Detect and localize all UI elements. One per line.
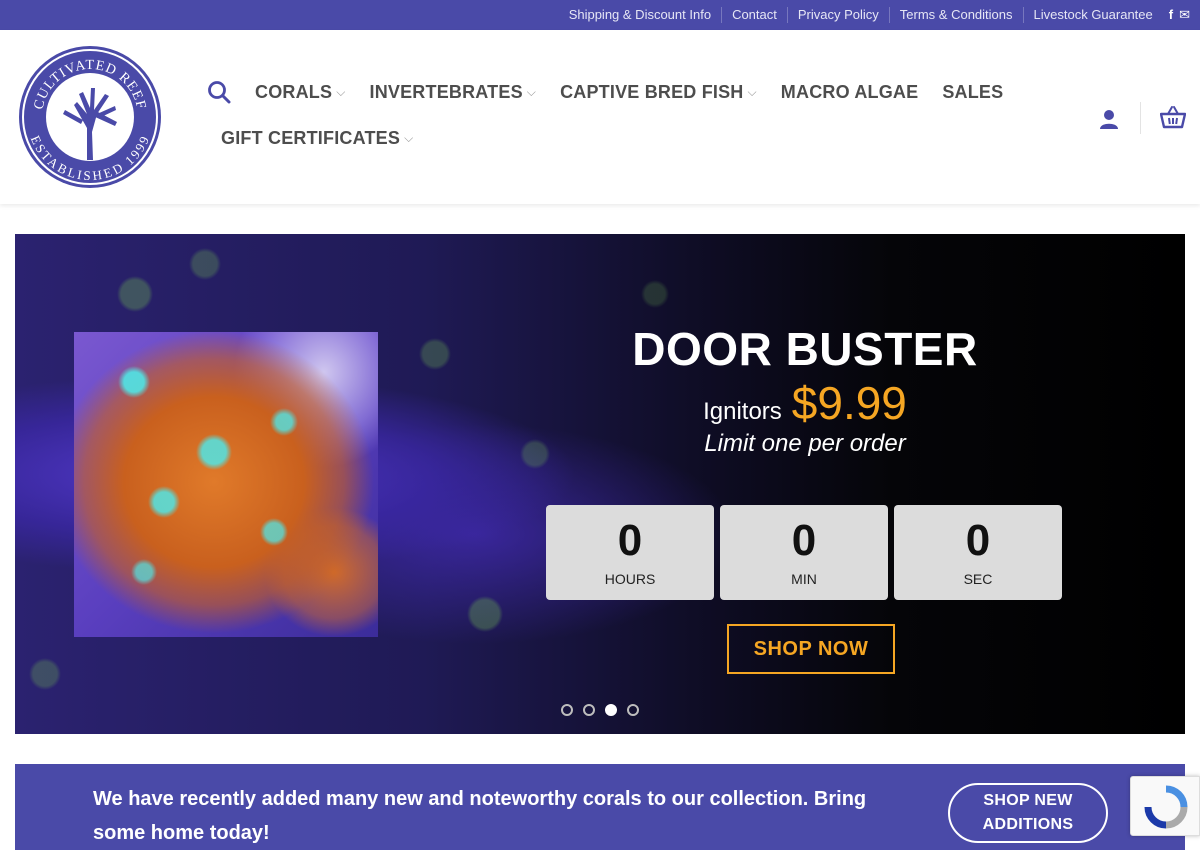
chevron-down-icon: ⌵: [747, 84, 757, 99]
nav-macro-algae[interactable]: MACRO ALGAE: [781, 82, 919, 103]
chevron-down-icon: ⌵: [526, 84, 537, 99]
button-line-1: SHOP NEW: [983, 792, 1073, 809]
shop-now-button[interactable]: SHOP NOW: [727, 624, 895, 674]
nav-gift-certificates-label: GIFT CERTIFICATES: [221, 128, 401, 148]
hero-product-line: Ignitors $9.99: [475, 376, 1135, 430]
recaptcha-badge[interactable]: [1130, 776, 1200, 836]
slider-dots: [561, 704, 649, 716]
email-icon[interactable]: ✉: [1179, 7, 1190, 23]
button-line-2: ADDITIONS: [982, 816, 1074, 833]
search-icon[interactable]: [207, 80, 231, 104]
shipping-discount-link[interactable]: Shipping & Discount Info: [559, 7, 721, 23]
product-price: $9.99: [791, 377, 907, 429]
nav-invertebrates-label: INVERTEBRATES: [369, 81, 523, 102]
header-divider: [1140, 102, 1141, 134]
nav-invertebrates[interactable]: INVERTEBRATES ⌵: [370, 82, 537, 103]
basket-icon[interactable]: [1160, 105, 1186, 129]
countdown-seconds: 0 SEC: [894, 505, 1062, 600]
contact-link[interactable]: Contact: [721, 7, 787, 23]
slider-dot-4[interactable]: [627, 704, 639, 716]
countdown-minutes: 0 MIN: [720, 505, 888, 600]
nav-macro-algae-label: MACRO ALGAE: [780, 81, 919, 102]
countdown-label: HOURS: [604, 571, 656, 587]
countdown-label: SEC: [963, 571, 993, 587]
nav-corals[interactable]: CORALS ⌵: [255, 82, 346, 103]
slider-dot-3[interactable]: [605, 704, 617, 716]
recaptcha-icon: [1144, 785, 1188, 829]
terms-conditions-link[interactable]: Terms & Conditions: [888, 7, 1023, 23]
product-name: Ignitors: [703, 398, 782, 425]
facebook-icon[interactable]: f: [1169, 7, 1173, 23]
nav-captive-bred-fish-label: CAPTIVE BRED FISH: [560, 81, 744, 102]
countdown-timer: 0 HOURS 0 MIN 0 SEC: [546, 505, 1068, 600]
hero-title: DOOR BUSTER: [632, 323, 978, 375]
nav-gift-certificates[interactable]: GIFT CERTIFICATES ⌵: [221, 128, 413, 149]
countdown-label: MIN: [791, 571, 817, 587]
slider-dot-1[interactable]: [561, 704, 573, 716]
nav-corals-label: CORALS: [255, 81, 333, 102]
cultivated-reef-logo[interactable]: CULTIVATED REEF ESTABLISHED 1999: [17, 44, 163, 190]
nav-sales[interactable]: SALES: [942, 82, 1003, 103]
chevron-down-icon: ⌵: [336, 84, 346, 99]
nav-captive-bred-fish[interactable]: CAPTIVE BRED FISH ⌵: [560, 82, 757, 103]
top-bar: Shipping & Discount Info Contact Privacy…: [0, 0, 1200, 30]
main-nav-row-1: CORALS ⌵ INVERTEBRATES ⌵ CAPTIVE BRED FI…: [207, 80, 1027, 104]
chevron-down-icon: ⌵: [404, 131, 414, 145]
livestock-guarantee-link[interactable]: Livestock Guarantee: [1022, 7, 1163, 23]
main-nav-row-2: GIFT CERTIFICATES ⌵: [221, 128, 437, 149]
countdown-hours: 0 HOURS: [546, 505, 714, 600]
countdown-value: 0: [791, 516, 817, 565]
nav-sales-label: SALES: [942, 81, 1004, 102]
privacy-policy-link[interactable]: Privacy Policy: [786, 7, 889, 23]
shop-new-additions-button[interactable]: SHOP NEW ADDITIONS: [948, 783, 1108, 843]
account-icon[interactable]: [1098, 108, 1120, 130]
hero-note: Limit one per order: [704, 430, 906, 457]
hero-slider: DOOR BUSTER Ignitors $9.99 Limit one per…: [15, 234, 1185, 734]
slider-dot-2[interactable]: [583, 704, 595, 716]
countdown-value: 0: [965, 516, 991, 565]
site-header: CULTIVATED REEF ESTABLISHED 1999 CORALS …: [0, 30, 1200, 204]
countdown-value: 0: [617, 516, 643, 565]
top-links: Shipping & Discount Info Contact Privacy…: [559, 0, 1190, 30]
banner-text: We have recently added many new and note…: [93, 788, 867, 844]
new-additions-banner: We have recently added many new and note…: [15, 764, 1185, 850]
product-image[interactable]: [74, 332, 378, 637]
